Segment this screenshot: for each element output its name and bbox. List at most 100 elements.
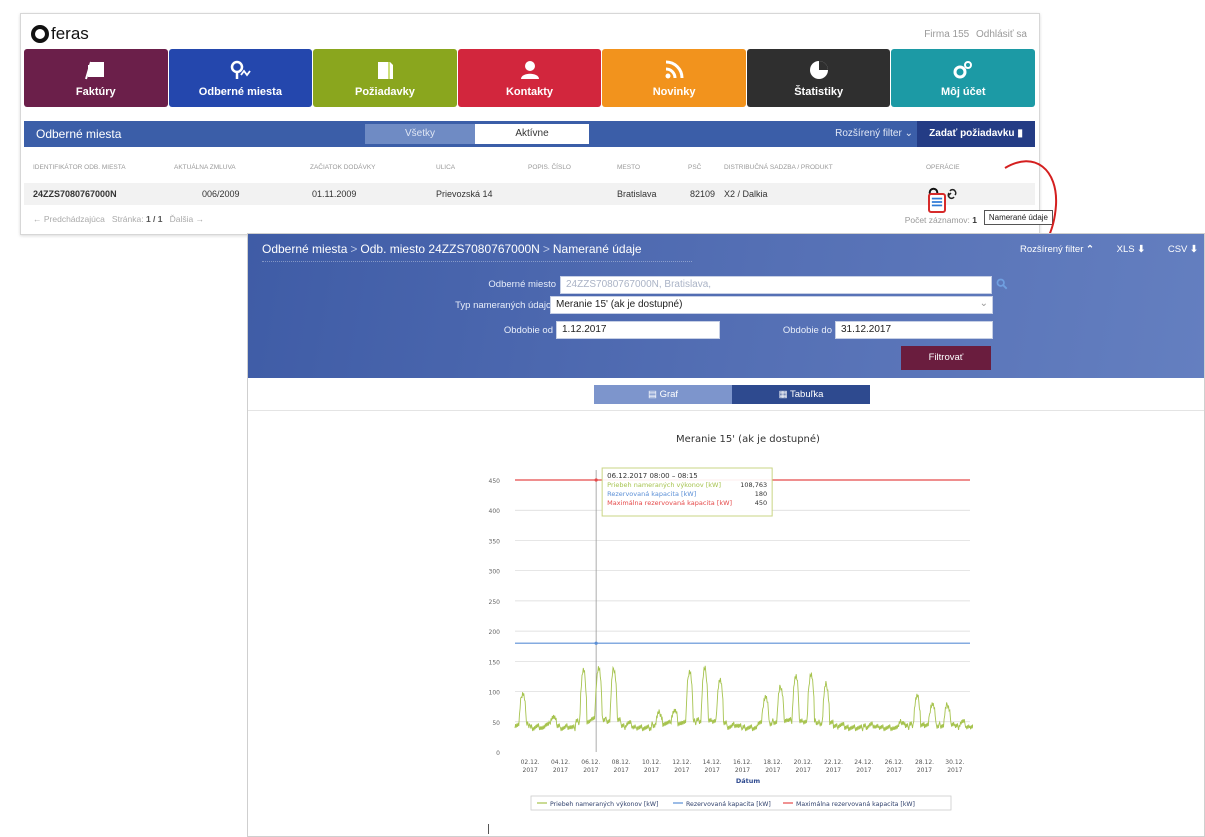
pie-icon <box>809 60 828 79</box>
main-nav: Faktúry Odberné miesta Požiadavky Kontakty N… <box>24 49 1036 107</box>
sites-list-window: feras Firma 155 Odhlásiť sa Faktúry Odber… <box>20 13 1053 235</box>
extended-filter-toggle[interactable]: Rozšírený filter ⌃ <box>1010 244 1094 255</box>
from-date-input[interactable]: 1.12.2017 <box>556 321 720 339</box>
download-icon: ⬇ <box>1137 244 1146 255</box>
to-label: Obdobie do <box>782 325 832 336</box>
nav-tile-request[interactable]: Požiadavky <box>313 49 457 107</box>
cell-zip: 82109 <box>690 189 716 199</box>
x-tick-label: 18.12. <box>763 759 782 766</box>
tooltip-row-label: Rezervovaná kapacita [kW] <box>607 490 696 498</box>
x-tick-label: 16.12. <box>733 759 752 766</box>
cell-rate: X2 / Dalkia <box>724 189 768 199</box>
tab-graph[interactable]: ▤ Graf <box>594 385 732 404</box>
x-tick-label: 2017 <box>553 767 568 774</box>
filter-area: Odberné miesta > Odb. miesto 24ZZS70807670… <box>248 234 1204 378</box>
col-operations: Operácie <box>926 164 960 171</box>
col-number: Popis. číslo <box>528 164 571 171</box>
breadcrumb-sites[interactable]: Odberné miesta <box>262 242 347 256</box>
y-tick-label: 350 <box>489 538 501 545</box>
col-rate: Distribučná sadzba / produkt <box>724 164 833 171</box>
next-page-link[interactable]: Ďalšia → <box>170 214 204 224</box>
x-tick-label: 2017 <box>523 767 538 774</box>
y-tick-label: 100 <box>489 690 501 697</box>
cell-contract: 006/2009 <box>202 189 240 199</box>
submit-request-label: Zadať požiadavku <box>929 128 1015 139</box>
x-tick-label: 2017 <box>765 767 780 774</box>
xls-label: XLS <box>1116 244 1135 255</box>
submit-request-button[interactable]: Zadať požiadavku ▮ <box>917 121 1035 147</box>
breadcrumb-site[interactable]: Odb. miesto 24ZZS7080767000N <box>360 242 539 256</box>
search-icon[interactable] <box>996 277 1008 295</box>
export-csv-button[interactable]: CSV ⬇ <box>1158 244 1198 255</box>
x-tick-label: 14.12. <box>703 759 722 766</box>
y-tick-label: 150 <box>489 659 501 666</box>
sites-header: Odberné miesta Všetky Aktívne Rozšírený … <box>24 121 1035 147</box>
cell-start: 01.11.2009 <box>312 189 357 199</box>
table-row[interactable]: 24ZZS7080767000N 006/2009 01.11.2009 Pri… <box>24 183 1035 213</box>
breadcrumb-separator: > <box>350 242 358 256</box>
divider <box>248 410 1204 411</box>
page-value: 1 / 1 <box>145 214 163 224</box>
x-tick-label: 2017 <box>644 767 659 774</box>
y-tick-label: 200 <box>489 629 501 636</box>
firm-name: Firma 155 <box>924 29 970 40</box>
y-tick-label: 50 <box>492 720 500 727</box>
pager: ← Predchádzajúca Stránka: 1 / 1 Ďalšia → <box>33 214 204 224</box>
nav-tile-location[interactable]: Odberné miesta <box>168 49 313 107</box>
x-tick-label: 30.12. <box>945 759 964 766</box>
series-reserved-marker <box>594 641 598 645</box>
nav-tile-gears[interactable]: Môj účet <box>891 49 1036 107</box>
tab-table-label: Tabuľka <box>790 389 824 400</box>
tooltip-row-value: 108,763 <box>740 481 767 489</box>
logo-text: feras <box>51 24 89 43</box>
prev-page-link[interactable]: ← Predchádzajúca <box>33 214 105 224</box>
x-tick-label: 28.12. <box>915 759 934 766</box>
x-tick-label: 2017 <box>887 767 902 774</box>
x-tick-label: 2017 <box>947 767 962 774</box>
table-icon: ▦ <box>778 389 788 400</box>
location-icon <box>231 60 252 79</box>
x-tick-label: 02.12. <box>521 759 540 766</box>
nav-tile-label: Novinky <box>652 85 696 98</box>
record-count: Počet záznamov: 1 <box>905 215 977 225</box>
link-icon[interactable] <box>945 187 959 201</box>
from-label: Obdobie od <box>503 325 553 336</box>
filter-button[interactable]: Filtrovať <box>901 346 991 370</box>
logout-link[interactable]: Odhlásiť sa <box>976 29 1027 40</box>
cell-id: 24ZZS7080767000N <box>33 189 117 199</box>
download-icon: ⬇ <box>1190 244 1198 255</box>
nav-tile-invoice[interactable]: Faktúry <box>24 49 168 107</box>
feras-logo[interactable]: feras <box>31 22 89 46</box>
y-tick-label: 450 <box>489 478 501 485</box>
place-label: Odberné miesto <box>488 279 556 290</box>
y-tick-label: 0 <box>496 750 500 757</box>
to-date-input[interactable]: 31.12.2017 <box>835 321 993 339</box>
nav-tile-contact[interactable]: Kontakty <box>457 49 602 107</box>
tab-all[interactable]: Všetky <box>365 124 475 144</box>
nav-tile-label: Odberné miesta <box>198 85 282 98</box>
place-field[interactable]: 24ZZS7080767000N, Bratislava, <box>560 276 992 294</box>
export-xls-button[interactable]: XLS ⬇ <box>1107 244 1146 255</box>
col-city[interactable]: Mesto <box>617 164 640 171</box>
x-tick-label: 2017 <box>674 767 689 774</box>
x-tick-label: 2017 <box>735 767 750 774</box>
x-tick-label: 20.12. <box>794 759 813 766</box>
nav-tile-pie[interactable]: Štatistiky <box>746 49 891 107</box>
extended-filter-label: Rozšírený filter <box>835 128 902 139</box>
nav-tile-rss[interactable]: Novinky <box>602 49 746 107</box>
col-street: Ulica <box>436 164 456 171</box>
chevron-down-icon: ⌄ <box>979 298 988 309</box>
tab-active[interactable]: Aktívne <box>475 124 589 144</box>
y-tick-label: 400 <box>489 508 501 515</box>
measured-data-button[interactable] <box>928 193 946 213</box>
tab-table[interactable]: ▦ Tabuľka <box>732 385 870 404</box>
legend-item-label: Maximálna rezervovaná kapacita [kW] <box>796 800 915 808</box>
text-cursor <box>488 824 489 834</box>
type-select[interactable]: Meranie 15' (ak je dostupné) ⌄ <box>550 296 993 314</box>
measured-data-panel: Odberné miesta > Odb. miesto 24ZZS70807670… <box>247 233 1205 837</box>
extended-filter-toggle[interactable]: Rozšírený filter ⌄ <box>835 128 913 139</box>
gears-icon <box>953 60 973 78</box>
x-tick-label: 04.12. <box>551 759 570 766</box>
chevron-up-icon: ⌃ <box>1086 244 1094 255</box>
tooltip-row-value: 450 <box>755 499 767 507</box>
